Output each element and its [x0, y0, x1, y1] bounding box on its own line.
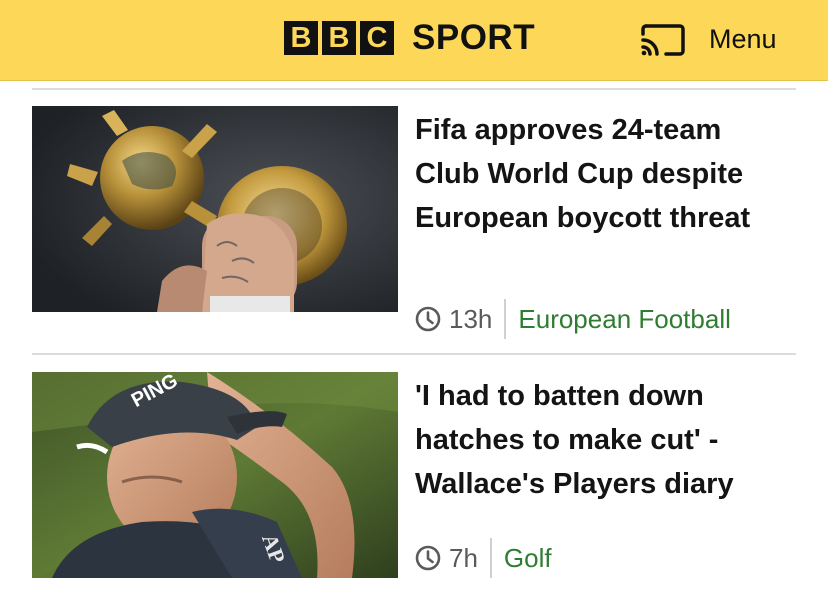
clock-icon	[415, 306, 441, 332]
article-card[interactable]: PING AP 'I had to batten down hatches to…	[32, 372, 796, 582]
article-time: 7h	[449, 542, 478, 573]
section-link-golf[interactable]: Golf	[504, 543, 552, 574]
menu-button[interactable]: Menu	[709, 22, 777, 56]
cast-icon[interactable]	[640, 22, 686, 58]
logo-letter-b2: B	[322, 21, 356, 55]
bbc-logo[interactable]: B B C	[284, 21, 394, 55]
article-time: 13h	[449, 303, 493, 334]
header-bar: B B C SPORT Menu	[0, 0, 828, 81]
divider	[32, 88, 796, 90]
golfer-wallace-image[interactable]: PING AP	[32, 372, 398, 578]
clock-icon	[415, 545, 441, 571]
section-link-european-football[interactable]: European Football	[518, 304, 730, 335]
meta-separator	[489, 538, 492, 578]
article-meta: 7h Golf	[415, 538, 552, 578]
article-headline[interactable]: Fifa approves 24-team Club World Cup des…	[415, 108, 793, 240]
article-headline[interactable]: 'I had to batten down hatches to make cu…	[415, 374, 793, 506]
meta-separator	[504, 299, 507, 339]
logo-letter-b1: B	[284, 21, 318, 55]
logo-letter-c: C	[360, 21, 394, 55]
article-card[interactable]: Fifa approves 24-team Club World Cup des…	[32, 106, 796, 339]
divider	[32, 353, 796, 355]
brand-sport[interactable]: SPORT	[412, 17, 535, 59]
club-world-cup-trophy-image[interactable]	[32, 106, 398, 312]
article-meta: 13h European Football	[415, 299, 731, 339]
